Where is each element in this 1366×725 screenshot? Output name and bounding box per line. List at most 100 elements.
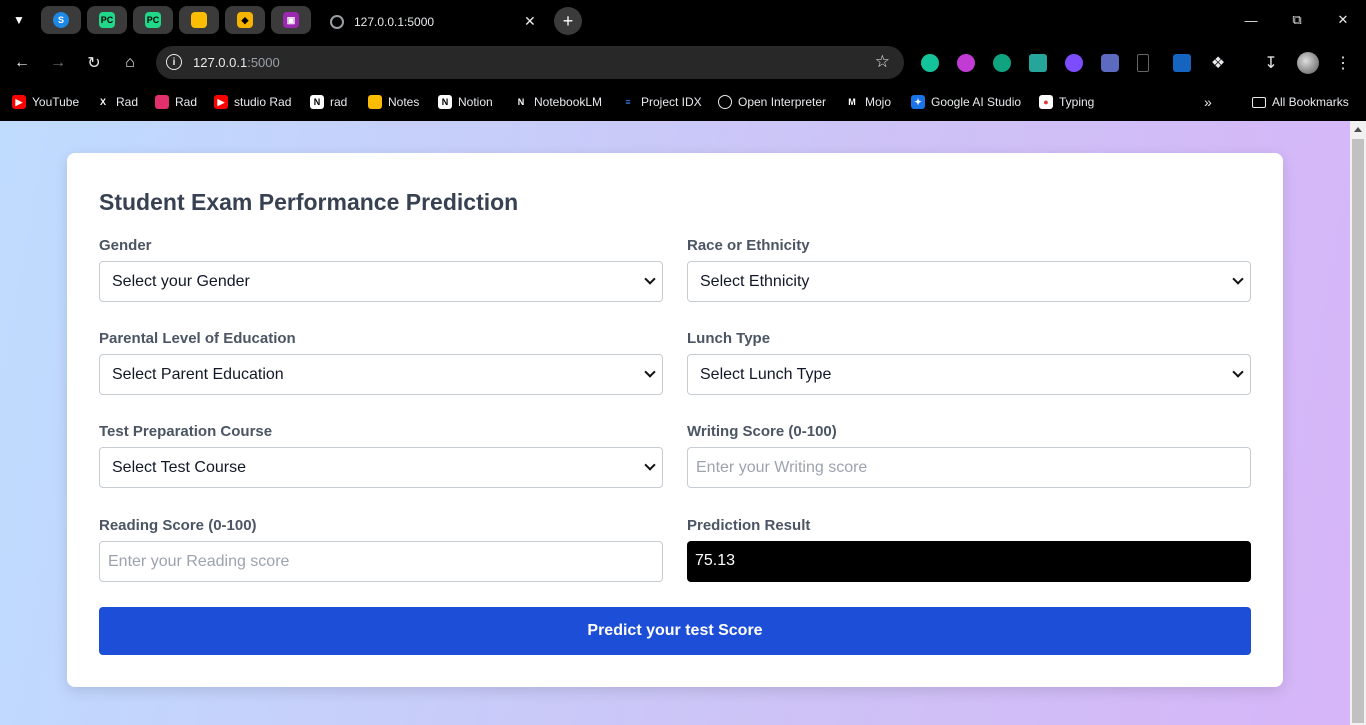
bookmark-project-idx[interactable]: ≡ Project IDX	[621, 93, 701, 111]
new-tab-button[interactable]: +	[554, 7, 582, 35]
address-bar[interactable]: i 127.0.0.1:5000 ☆	[156, 46, 904, 79]
restore-button[interactable]: ⧉	[1274, 0, 1320, 40]
bookmark-extension-icon[interactable]	[1137, 54, 1149, 72]
back-button[interactable]: ←	[8, 49, 36, 77]
bookmark-star-icon[interactable]: ☆	[875, 52, 890, 72]
all-bookmarks-button[interactable]: All Bookmarks	[1252, 93, 1349, 111]
chatgpt-extension-icon[interactable]	[993, 54, 1011, 72]
instagram-icon	[155, 95, 169, 109]
translate-extension-icon[interactable]	[1173, 54, 1191, 72]
test-course-select-value: Select Test Course	[112, 459, 246, 476]
ethnicity-select-value: Select Ethnicity	[700, 273, 810, 290]
parent-education-select-value: Select Parent Education	[112, 366, 284, 383]
bookmark-notion-rad[interactable]: N rad	[310, 93, 347, 111]
forward-button[interactable]: →	[44, 49, 72, 77]
chevron-down-icon	[1232, 273, 1244, 285]
pinned-tab-3[interactable]: PC	[133, 6, 173, 34]
bookmark-label: Typing	[1059, 95, 1095, 109]
close-window-button[interactable]: ✕	[1320, 0, 1366, 40]
youtube-icon: ▶	[12, 95, 26, 109]
lunch-type-label: Lunch Type	[687, 330, 771, 347]
menu-kebab-icon[interactable]: ⋮	[1329, 49, 1357, 77]
tab-strip: ▼ S PC PC ◆ ▣ 127.0.0.1:5000 ✕ + — ⧉ ✕	[0, 0, 1366, 41]
camera-extension-icon[interactable]	[1101, 54, 1119, 72]
page-scrollbar[interactable]	[1350, 121, 1366, 725]
folder-icon	[1252, 96, 1266, 108]
pinned-tab-1[interactable]: S	[41, 6, 81, 34]
bookmark-open-interpreter[interactable]: Open Interpreter	[718, 93, 826, 111]
gender-label: Gender	[99, 237, 152, 254]
lunch-type-select[interactable]: Select Lunch Type	[687, 354, 1251, 395]
brain-extension-icon[interactable]	[957, 54, 975, 72]
bookmark-youtube[interactable]: ▶ YouTube	[12, 93, 79, 111]
bookmark-label: Notion	[458, 95, 493, 109]
site-info-icon[interactable]: i	[166, 54, 182, 70]
bookmark-label: Mojo	[865, 95, 892, 109]
tab-search-chevron-icon[interactable]: ▼	[6, 8, 32, 32]
pycharm-icon: PC	[99, 12, 115, 28]
stack-icon: ◆	[237, 12, 253, 28]
minimize-button[interactable]: —	[1228, 0, 1274, 40]
lunch-type-select-value: Select Lunch Type	[700, 366, 832, 383]
notebooklm-icon: N	[517, 97, 525, 107]
notion-icon: N	[310, 95, 324, 109]
app-icon: ▣	[283, 12, 299, 28]
bookmark-label: studio Rad	[234, 95, 292, 109]
gender-select[interactable]: Select your Gender	[99, 261, 663, 302]
url-port: :5000	[247, 55, 280, 70]
prediction-form-card: Student Exam Performance Prediction Gend…	[67, 153, 1283, 687]
chevron-down-icon	[644, 273, 656, 285]
bookmark-label: Open Interpreter	[738, 95, 827, 109]
bookmark-label: Google AI Studio	[931, 95, 1022, 109]
gender-select-value: Select your Gender	[112, 273, 250, 290]
bookmark-studio-rad[interactable]: ▶ studio Rad	[214, 93, 291, 111]
bookmark-notebooklm[interactable]: N NotebookLM	[514, 93, 602, 111]
reading-score-input[interactable]	[99, 541, 663, 582]
extensions-puzzle-icon[interactable]: ❖	[1204, 49, 1232, 77]
extension-icon[interactable]	[1029, 54, 1047, 72]
bookmark-typing[interactable]: ● Typing	[1039, 93, 1094, 111]
pinned-tab-4[interactable]	[179, 6, 219, 34]
bookmark-x-rad[interactable]: X Rad	[96, 93, 138, 111]
url-text: 127.0.0.1:5000	[193, 55, 280, 70]
bookmark-label: NotebookLM	[534, 95, 603, 109]
bookmark-mojo[interactable]: M Mojo	[845, 93, 891, 111]
keep-icon	[191, 12, 207, 28]
home-button[interactable]: ⌂	[116, 49, 144, 77]
x-icon: X	[99, 97, 106, 107]
typing-icon: ●	[1039, 95, 1053, 109]
reload-button[interactable]: ↻	[80, 49, 108, 77]
bookmark-notes[interactable]: Notes	[368, 93, 419, 111]
profile-avatar[interactable]	[1297, 52, 1319, 74]
all-bookmarks-label: All Bookmarks	[1272, 95, 1349, 109]
grammarly-extension-icon[interactable]	[921, 54, 939, 72]
ai-studio-icon: ✦	[911, 95, 925, 109]
writing-score-input[interactable]	[687, 447, 1251, 488]
bookmark-label: Notes	[388, 95, 420, 109]
scrollbar-thumb[interactable]	[1352, 139, 1364, 723]
bookmark-google-ai-studio[interactable]: ✦ Google AI Studio	[911, 93, 1021, 111]
idx-icon: ≡	[625, 97, 631, 107]
scroll-up-arrow-icon[interactable]	[1354, 127, 1362, 132]
bookmark-notion[interactable]: N Notion	[438, 93, 493, 111]
test-course-label: Test Preparation Course	[99, 423, 273, 440]
test-course-select[interactable]: Select Test Course	[99, 447, 663, 488]
download-icon[interactable]: ↧	[1257, 49, 1285, 77]
keep-icon	[368, 95, 382, 109]
gear-extension-icon[interactable]	[1065, 54, 1083, 72]
bookmark-instagram-rad[interactable]: Rad	[155, 93, 197, 111]
pinned-tab-6[interactable]: ▣	[271, 6, 311, 34]
ethnicity-select[interactable]: Select Ethnicity	[687, 261, 1251, 302]
parent-education-select[interactable]: Select Parent Education	[99, 354, 663, 395]
bookmark-label: rad	[330, 95, 348, 109]
bookmark-label: Rad	[116, 95, 139, 109]
pinned-tab-5[interactable]: ◆	[225, 6, 265, 34]
chevron-down-icon	[1232, 366, 1244, 378]
close-tab-icon[interactable]: ✕	[524, 13, 536, 30]
writing-score-label: Writing Score (0-100)	[687, 423, 837, 440]
predict-button[interactable]: Predict your test Score	[99, 607, 1251, 655]
active-tab[interactable]: 127.0.0.1:5000 ✕	[318, 2, 550, 41]
pinned-tab-2[interactable]: PC	[87, 6, 127, 34]
bookmark-label: YouTube	[32, 95, 80, 109]
more-bookmarks-chevron-icon[interactable]: »	[1204, 93, 1212, 111]
